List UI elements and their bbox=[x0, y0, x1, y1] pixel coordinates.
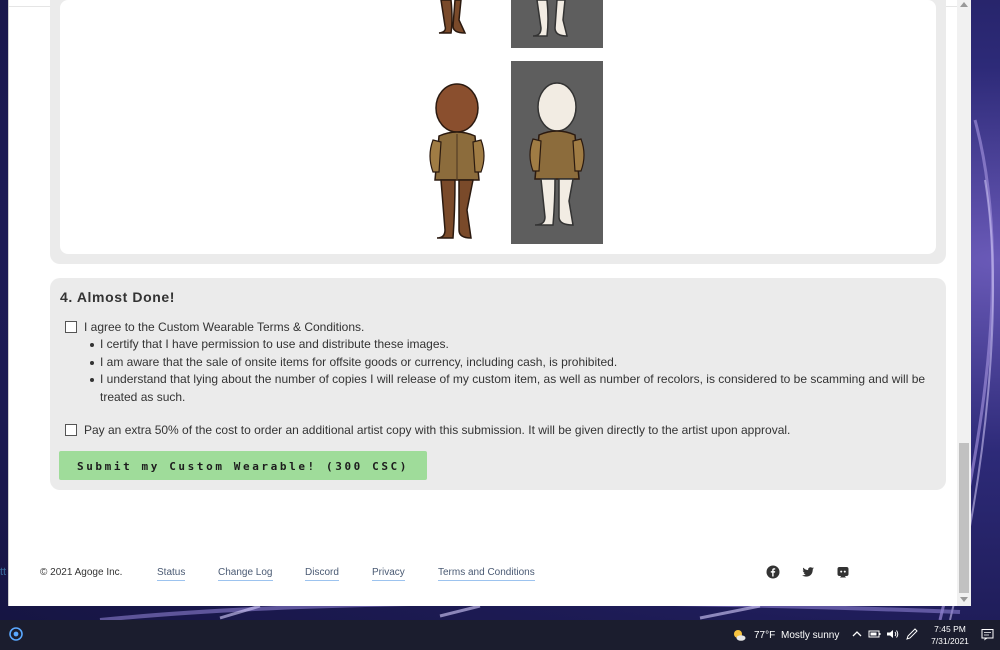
twitter-icon[interactable] bbox=[801, 565, 815, 579]
scrollbar-thumb[interactable] bbox=[959, 443, 969, 593]
app-icon[interactable] bbox=[9, 627, 23, 641]
clock-time: 7:45 PM bbox=[934, 624, 966, 634]
almost-done-section: 4. Almost Done! I agree to the Custom We… bbox=[50, 278, 946, 490]
preview-brown-doll-top bbox=[438, 0, 467, 34]
footer-link-change-log[interactable]: Change Log bbox=[218, 567, 273, 581]
discord-icon[interactable] bbox=[836, 565, 850, 579]
artist-copy-row: Pay an extra 50% of the cost to order an… bbox=[65, 423, 790, 437]
footer-link-terms[interactable]: Terms and Conditions bbox=[438, 567, 535, 581]
artist-copy-checkbox[interactable] bbox=[65, 424, 77, 436]
preview-grey-box-top bbox=[511, 0, 603, 48]
terms-list-item: I am aware that the sale of onsite items… bbox=[90, 354, 930, 372]
terms-list-item: I understand that lying about the number… bbox=[90, 371, 930, 406]
weather-temperature[interactable]: 77°F bbox=[754, 630, 775, 641]
desktop-glyph: tt bbox=[0, 566, 7, 578]
page-scrollbar[interactable] bbox=[957, 0, 971, 606]
weather-sunny-icon[interactable] bbox=[732, 628, 746, 642]
preview-brown-doll bbox=[429, 83, 485, 239]
clock[interactable]: 7:45 PM 7/31/2021 bbox=[928, 623, 972, 647]
volume-icon[interactable] bbox=[886, 628, 900, 640]
copyright-text: © 2021 Agoge Inc. bbox=[40, 567, 123, 578]
section-title: 4. Almost Done! bbox=[60, 289, 176, 305]
browser-window: 4. Almost Done! I agree to the Custom We… bbox=[8, 0, 971, 606]
terms-list-item: I certify that I have permission to use … bbox=[90, 336, 930, 354]
scroll-up-icon[interactable] bbox=[960, 2, 968, 7]
artist-copy-label[interactable]: Pay an extra 50% of the cost to order an… bbox=[84, 423, 790, 437]
battery-icon[interactable] bbox=[868, 628, 882, 640]
notifications-icon[interactable] bbox=[981, 628, 994, 641]
terms-list: I certify that I have permission to use … bbox=[90, 336, 930, 406]
footer-link-discord[interactable]: Discord bbox=[305, 567, 339, 581]
weather-condition[interactable]: Mostly sunny bbox=[781, 630, 839, 641]
scroll-down-icon[interactable] bbox=[960, 597, 968, 602]
agree-terms-label[interactable]: I agree to the Custom Wearable Terms & C… bbox=[84, 320, 364, 334]
footer: © 2021 Agoge Inc. Status Change Log Disc… bbox=[9, 560, 957, 590]
chevron-up-icon[interactable] bbox=[852, 628, 862, 640]
taskbar: 77°F Mostly sunny 7:45 PM 7/31/2021 bbox=[0, 620, 1000, 650]
submit-button[interactable]: Submit my Custom Wearable! (300 CSC) bbox=[59, 451, 427, 480]
agree-terms-row: I agree to the Custom Wearable Terms & C… bbox=[65, 320, 364, 334]
footer-link-privacy[interactable]: Privacy bbox=[372, 567, 405, 581]
preview-panel bbox=[50, 0, 946, 264]
facebook-icon[interactable] bbox=[766, 565, 780, 579]
clock-date: 7/31/2021 bbox=[931, 636, 969, 646]
preview-canvas bbox=[60, 0, 936, 254]
pen-icon[interactable] bbox=[905, 628, 919, 640]
preview-grey-box bbox=[511, 61, 603, 244]
footer-link-status[interactable]: Status bbox=[157, 567, 186, 581]
agree-terms-checkbox[interactable] bbox=[65, 321, 77, 333]
